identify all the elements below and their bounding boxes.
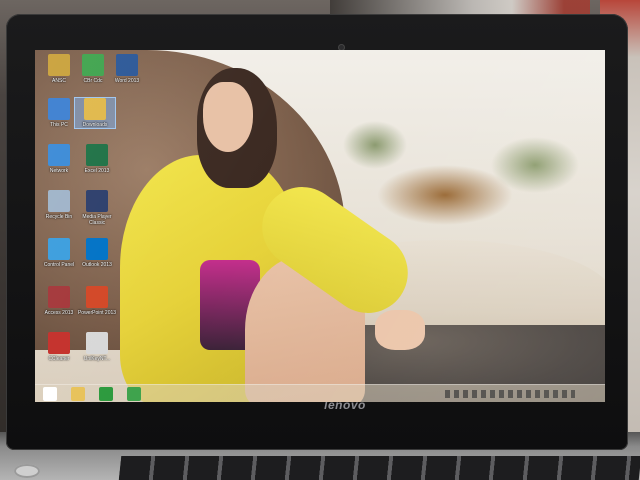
media-player-icon <box>86 190 108 212</box>
desktop-icon[interactable]: Recycle Bin <box>39 190 79 220</box>
desktop-icon-label: UniKeyNT... <box>83 356 111 362</box>
app-icon <box>82 54 104 76</box>
desktop-icon[interactable]: Access 2013 <box>39 286 79 316</box>
keyboard <box>118 456 640 480</box>
control-panel-icon <box>48 238 70 260</box>
desktop-icon[interactable]: Outlook 2013 <box>77 238 117 268</box>
desktop-icon-label: CCleaner <box>48 356 70 362</box>
desktop-icon-label: Control Panel <box>43 262 75 268</box>
word-icon <box>116 54 138 76</box>
desktop-icon-label: Word 2013 <box>114 78 140 84</box>
powerpoint-icon <box>86 286 108 308</box>
ccleaner-icon <box>48 332 70 354</box>
desktop-icon-label: ANSC <box>52 78 66 84</box>
recycle-bin-icon <box>48 190 70 212</box>
app-icon[interactable] <box>127 387 141 401</box>
windows-start-icon[interactable] <box>43 387 57 401</box>
laptop-screen: ANSC CBr Cdc Word 2013 This PC Downloads Netw… <box>35 50 605 402</box>
desktop-icon[interactable]: CCleaner <box>39 332 79 362</box>
desktop-icon-label: PowerPoint 2013 <box>77 310 117 316</box>
desktop-icon-label: CBr Cdc <box>83 78 103 84</box>
store-icon[interactable] <box>99 387 113 401</box>
face <box>203 82 253 152</box>
desktop-icon-label: This PC <box>50 122 68 128</box>
desktop-icon[interactable]: Control Panel <box>39 238 79 268</box>
desktop-icon[interactable]: Network <box>39 144 79 174</box>
desktop-icon-label: Excel 2013 <box>84 168 110 174</box>
desktop-icon[interactable]: Media Player Classic <box>77 190 117 226</box>
desktop-icon-label: Media Player Classic <box>82 214 112 226</box>
desktop-icon[interactable]: UniKeyNT... <box>77 332 117 362</box>
taskbar <box>35 384 605 402</box>
desktop-icon[interactable]: Excel 2013 <box>77 144 117 174</box>
desktop-icon-label: Network <box>49 168 69 174</box>
hands <box>375 310 425 350</box>
unikey-icon <box>86 332 108 354</box>
desktop-icon-label: Downloads <box>82 122 108 128</box>
computer-icon <box>48 98 70 120</box>
desktop-icon-label: Access 2013 <box>44 310 74 316</box>
wallpaper-person <box>75 60 425 402</box>
folder-icon <box>48 54 70 76</box>
outlook-icon <box>86 238 108 260</box>
network-icon <box>48 144 70 166</box>
desktop-icon[interactable]: This PC <box>39 98 79 128</box>
excel-icon <box>86 144 108 166</box>
folder-icon <box>84 98 106 120</box>
power-button <box>14 464 40 478</box>
access-icon <box>48 286 70 308</box>
system-tray[interactable] <box>445 390 575 398</box>
desktop-icon-label: Recycle Bin <box>45 214 73 220</box>
desktop-icon-label: Outlook 2013 <box>82 262 112 268</box>
desktop-icon[interactable]: PowerPoint 2013 <box>77 286 117 316</box>
desktop-icon[interactable]: Word 2013 <box>107 54 147 84</box>
desktop-icon[interactable]: Downloads <box>74 97 116 129</box>
file-explorer-icon[interactable] <box>71 387 85 401</box>
